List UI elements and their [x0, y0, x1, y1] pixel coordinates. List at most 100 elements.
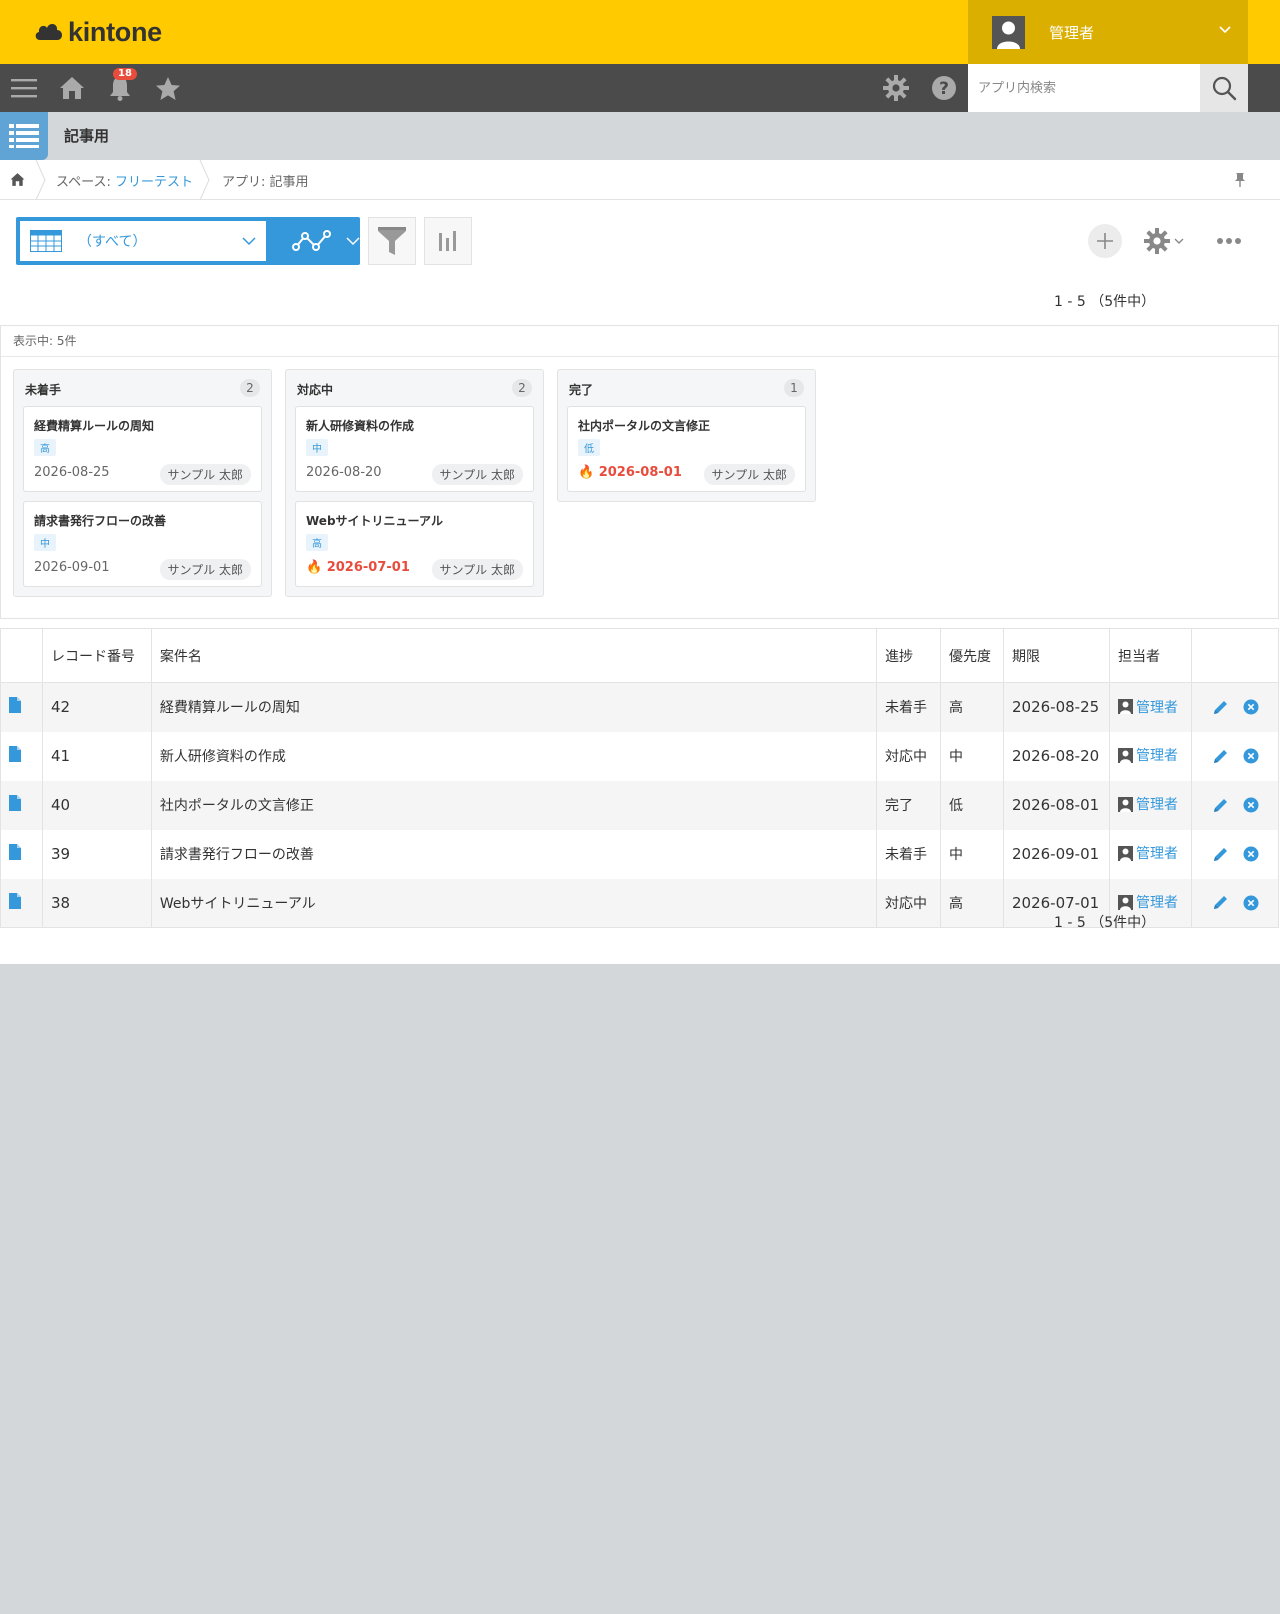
kanban-card-due-overdue: 🔥 2026-07-01	[306, 560, 410, 575]
delete-button[interactable]	[1243, 699, 1259, 715]
assignee-link[interactable]: 管理者	[1117, 794, 1178, 814]
home-button[interactable]	[56, 64, 88, 112]
assignee-link[interactable]: 管理者	[1117, 697, 1178, 717]
delete-button[interactable]	[1243, 846, 1259, 862]
table-row: 39 請求書発行フローの改善 未着手中 2026-09-01 管理者	[0, 829, 1280, 879]
kanban-card-title: 新人研修資料の作成	[306, 419, 415, 433]
delete-button[interactable]	[1243, 797, 1259, 813]
app-settings-button[interactable]	[1144, 224, 1184, 258]
close-circle-icon	[1243, 748, 1259, 764]
edit-button[interactable]	[1212, 797, 1229, 814]
kanban-lane-title: 対応中	[297, 383, 334, 397]
document-icon[interactable]	[9, 844, 21, 860]
record-status: 対応中	[876, 731, 942, 781]
kanban-card[interactable]: 新人研修資料の作成 中 2026-08-20 サンプル 太郎	[295, 406, 534, 492]
global-toolbar: 18 ?	[0, 64, 1280, 112]
home-icon	[60, 77, 84, 99]
assignee-link[interactable]: 管理者	[1117, 892, 1178, 912]
kanban-card-due: 2026-08-20	[306, 465, 382, 480]
kanban-card[interactable]: 社内ポータルの文言修正 低 🔥 2026-08-01 サンプル 太郎	[567, 406, 806, 492]
document-icon[interactable]	[9, 795, 21, 811]
edit-button[interactable]	[1212, 748, 1229, 765]
kanban-card[interactable]: 請求書発行フローの改善 中 2026-09-01 サンプル 太郎	[23, 501, 262, 587]
record-priority: 高	[940, 878, 1004, 928]
breadcrumb-space-link[interactable]: フリーテスト	[115, 175, 193, 190]
add-record-button[interactable]	[1088, 224, 1122, 258]
record-assignee-cell: 管理者	[1108, 829, 1192, 879]
favorites-button[interactable]	[152, 64, 184, 112]
column-header-name[interactable]: 案件名	[150, 628, 878, 683]
priority-badge: 高	[306, 534, 328, 551]
assignee-link[interactable]: 管理者	[1117, 745, 1178, 765]
view-selector: （すべて）	[16, 217, 360, 265]
column-header	[1190, 628, 1280, 683]
column-header	[0, 628, 43, 683]
search-button[interactable]	[1200, 64, 1248, 112]
kanban-card-title: 経費精算ルールの周知	[34, 419, 155, 433]
edit-button[interactable]	[1212, 846, 1229, 863]
kanban-lane: 未着手 2 経費精算ルールの周知 高 2026-08-25 サンプル 太郎 請求…	[13, 369, 272, 597]
kanban-lane-header: 未着手 2	[14, 370, 271, 406]
document-icon[interactable]	[9, 892, 21, 909]
assignee-badge: サンプル 太郎	[159, 464, 251, 485]
assignee-name: 管理者	[1135, 699, 1178, 716]
kanban-card-due-overdue: 🔥 2026-08-01	[578, 465, 682, 480]
pin-button[interactable]	[1234, 172, 1246, 192]
view-dropdown[interactable]: （すべて）	[20, 221, 266, 261]
document-icon[interactable]	[9, 746, 21, 762]
column-header-record-number[interactable]: レコード番号	[41, 628, 152, 683]
column-header-priority[interactable]: 優先度	[940, 628, 1004, 683]
pencil-icon	[1213, 896, 1227, 910]
breadcrumb-home-link[interactable]	[10, 172, 25, 191]
hamburger-menu-button[interactable]	[8, 64, 40, 112]
edit-button[interactable]	[1212, 699, 1229, 716]
column-header-status[interactable]: 進捗	[876, 628, 942, 683]
graph-view-button[interactable]	[272, 217, 360, 265]
assignee-name: 管理者	[1135, 748, 1178, 765]
app-name: 記事用	[64, 127, 110, 145]
delete-button[interactable]	[1243, 748, 1259, 764]
assignee-link[interactable]: 管理者	[1117, 843, 1178, 863]
close-circle-icon	[1243, 699, 1259, 715]
kanban-lane-title: 未着手	[25, 383, 62, 397]
record-due: 2026-08-01	[1002, 780, 1110, 830]
settings-button[interactable]	[880, 64, 912, 112]
edit-button[interactable]	[1212, 894, 1229, 911]
chevron-down-icon	[1219, 26, 1231, 34]
kintone-logo[interactable]: kintone	[34, 14, 162, 50]
record-status: 未着手	[876, 682, 942, 732]
gear-icon	[883, 75, 909, 101]
record-detail-cell	[0, 829, 43, 879]
column-header-due[interactable]: 期限	[1002, 628, 1110, 683]
kanban-count-label: 表示中: 5件	[13, 334, 77, 348]
user-icon	[1117, 845, 1133, 861]
record-actions-cell	[1190, 780, 1280, 830]
home-icon	[10, 173, 25, 186]
user-menu-button[interactable]: 管理者	[968, 0, 1248, 64]
priority-badge: 中	[34, 534, 56, 551]
delete-button[interactable]	[1243, 895, 1259, 911]
record-status: 未着手	[876, 829, 942, 879]
graph-button[interactable]	[424, 217, 472, 265]
record-actions-cell	[1190, 682, 1280, 732]
kanban-lane-header: 完了 1	[558, 370, 815, 406]
help-button[interactable]: ?	[928, 64, 960, 112]
column-header-assignee[interactable]: 担当者	[1108, 628, 1192, 683]
table-row: 42 経費精算ルールの周知 未着手高 2026-08-25 管理者	[0, 682, 1280, 732]
pin-icon	[1235, 173, 1245, 187]
filter-button[interactable]	[368, 217, 416, 265]
record-name: Webサイトリニューアル	[150, 878, 878, 928]
document-icon[interactable]	[9, 697, 21, 714]
record-detail-cell	[0, 682, 43, 732]
kanban-card[interactable]: 経費精算ルールの周知 高 2026-08-25 サンプル 太郎	[23, 406, 262, 492]
line-graph-icon	[292, 230, 331, 251]
more-options-button[interactable]	[1216, 224, 1242, 258]
record-assignee-cell: 管理者	[1108, 682, 1192, 732]
record-priority: 中	[940, 731, 1004, 781]
chevron-down-icon	[346, 237, 360, 246]
app-search-input[interactable]	[968, 64, 1200, 112]
priority-badge: 高	[34, 439, 56, 456]
kanban-card[interactable]: Webサイトリニューアル 高 🔥 2026-07-01 サンプル 太郎	[295, 501, 534, 587]
record-due: 2026-08-20	[1002, 731, 1110, 781]
star-icon	[156, 76, 180, 100]
